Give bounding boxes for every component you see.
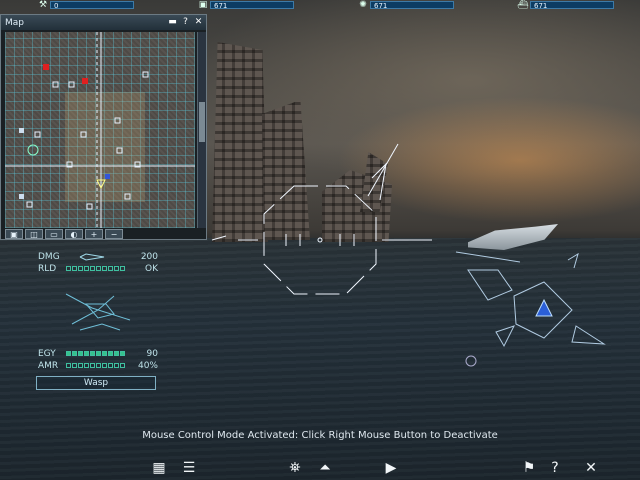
resource-stat-4: ⛴ 671 [516,0,614,10]
resource-value: 0 [50,1,134,10]
map-toolbar: ▣ ◫ ▭ ◐ + − [5,229,205,239]
amr-row: AMR 40% [36,361,160,371]
crosshair-reticle [263,185,377,295]
unit-name-button[interactable]: Wasp [36,376,156,390]
map-tool-4[interactable]: ◐ [65,229,83,239]
help-button[interactable]: ? [180,17,191,28]
amr-pips [66,363,126,368]
minimap[interactable] [5,32,195,228]
dmg-row: DMG 200 [36,252,160,262]
waypoint-marker [465,355,477,367]
help-icon[interactable]: ? [544,458,566,478]
resource-stat-1: ⚒ 0 [36,0,134,10]
cube-icon: ▣ [198,0,208,10]
rld-pips [66,266,126,271]
map-tool-2[interactable]: ◫ [25,229,43,239]
dmg-label: DMG [38,252,60,262]
rld-value: OK [145,264,158,274]
map-window[interactable]: Map ▬ ? ✕ ▣ ◫ ▭ ◐ + − [0,14,207,240]
close-button[interactable]: ✕ [193,17,204,28]
weapon-icon [79,253,105,261]
rld-row: RLD OK [36,264,160,274]
resource-stat-3: ✺ 671 [356,0,454,10]
resource-bar: ⚒ 0 ▣ 671 ✺ 671 ⛴ 671 [0,0,640,12]
scrollbar-thumb[interactable] [199,102,205,142]
player-marker [535,298,553,317]
amr-label: AMR [38,361,59,371]
rld-label: RLD [38,264,57,274]
resource-value: 671 [210,1,294,10]
map-title: Map [5,17,24,28]
minimap-markers [5,32,195,228]
close-icon[interactable]: ✕ [580,458,602,478]
play-icon[interactable]: ▶ [380,458,402,478]
map-scrollbar[interactable] [197,32,206,228]
tool-icon: ⚒ [38,0,48,10]
amr-value: 40% [137,361,158,371]
resource-value: 671 [530,1,614,10]
gear-icon: ✺ [359,0,367,10]
egy-label: EGY [38,349,56,359]
zoom-in-button[interactable]: + [85,229,103,239]
map-title-bar[interactable]: Map ▬ ? ✕ [1,15,206,30]
resource-stat-2: ▣ 671 [196,0,294,10]
egy-value: 90 [146,349,158,359]
ship-icon: ⛴ [517,0,529,10]
zoom-out-button[interactable]: − [105,229,123,239]
grid-icon[interactable]: ▦ [148,458,170,478]
minimize-button[interactable]: ▬ [167,17,178,28]
unit-wireframe [65,293,131,331]
map-pin-icon[interactable]: ⚑ [518,458,540,478]
pilot-icon[interactable]: ⛯ [284,458,306,478]
list-icon[interactable]: ☰ [178,458,200,478]
egy-row: EGY 90 [36,349,160,359]
resource-value: 671 [370,1,454,10]
map-tool-3[interactable]: ▭ [45,229,63,239]
dmg-value: 200 [140,252,158,262]
map-tool-1[interactable]: ▣ [5,229,23,239]
crosshair-center [317,237,323,243]
ascend-icon[interactable]: ⏶ [314,458,336,478]
status-message: Mouse Control Mode Activated: Click Righ… [142,430,498,441]
egy-pips [66,351,126,356]
